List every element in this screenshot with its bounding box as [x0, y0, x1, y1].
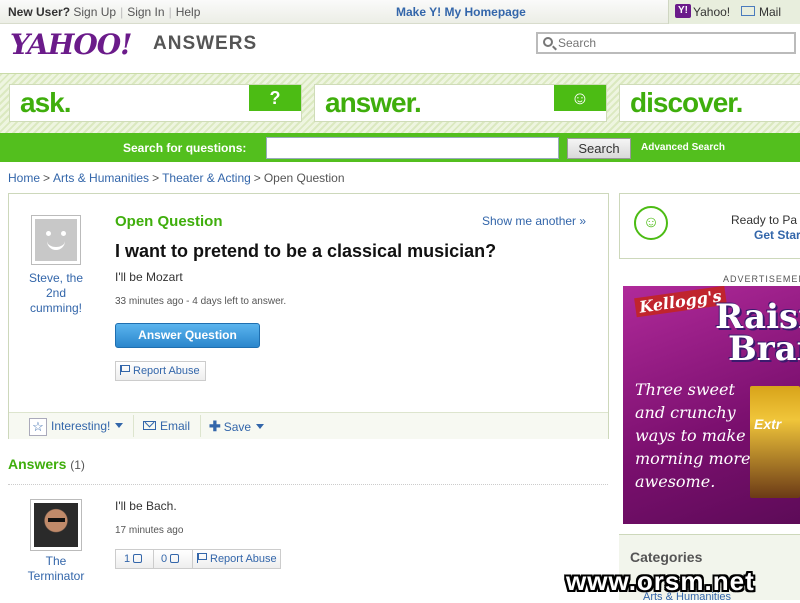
email-icon — [143, 421, 156, 430]
divider — [8, 484, 608, 485]
answer-report-label: Report Abuse — [210, 553, 277, 565]
answers-count: (1) — [70, 458, 85, 472]
asker-name[interactable]: Steve, the 2nd cumming! — [21, 271, 91, 316]
ready-to-participate-box: ☺ Ready to Pa Get Star — [619, 193, 800, 259]
breadcrumb-separator: > — [43, 171, 51, 185]
smiley-icon: ☺ — [634, 206, 668, 240]
ad-box-text: Extr — [754, 416, 782, 432]
get-started-link[interactable]: Get Star — [754, 228, 800, 242]
question-actions: ☆ Interesting! Email ✚ Save — [9, 412, 608, 439]
new-user-label: New User? — [8, 5, 71, 19]
ad-brand: Kellogg's — [634, 286, 727, 318]
answerer-name[interactable]: The Terminator — [20, 554, 92, 584]
advanced-search-link[interactable]: Advanced Search — [641, 142, 725, 153]
mail-icon — [741, 6, 755, 16]
tab-answer[interactable]: answer. ☺ — [314, 84, 607, 122]
ready-text: Ready to Pa — [731, 213, 798, 227]
thumbs-down-icon — [170, 554, 180, 563]
advertisement-label: ADVERTISEMEN — [723, 274, 800, 284]
search-button[interactable]: Search — [567, 138, 631, 159]
tab-discover-label: discover. — [630, 87, 743, 118]
default-avatar-icon — [35, 219, 77, 261]
smiley-icon: ☺ — [554, 85, 606, 111]
interesting-button[interactable]: ☆ Interesting! — [29, 413, 124, 439]
breadcrumb-separator: > — [152, 171, 160, 185]
ad-product-line2: Bran — [728, 329, 800, 369]
answers-heading-label: Answers — [8, 456, 67, 472]
breadcrumb-current: Open Question — [263, 171, 345, 185]
plus-icon: ✚ — [209, 418, 221, 434]
answerer-avatar[interactable] — [30, 499, 82, 551]
caret-down-icon — [256, 424, 265, 429]
sign-in-link[interactable]: Sign In — [127, 5, 164, 19]
separator: | — [168, 5, 172, 19]
mail-link[interactable]: Mail — [759, 5, 781, 19]
report-abuse-label: Report Abuse — [133, 365, 200, 377]
make-homepage-link[interactable]: Make Y! My Homepage — [396, 5, 526, 19]
header-search-input[interactable] — [558, 36, 788, 50]
tab-answer-label: answer. — [325, 87, 422, 118]
tab-discover[interactable]: discover. — [619, 84, 800, 122]
save-label: Save — [223, 420, 252, 434]
watermark: www.orsm.net — [566, 566, 755, 596]
yahoo-mail-bar: Y! Yahoo! Mail — [668, 0, 800, 24]
answer-report-abuse-button[interactable]: Report Abuse — [192, 550, 277, 568]
show-another-link[interactable]: Show me another » — [482, 214, 586, 228]
question-search-bar: Search for questions: Search Advanced Se… — [0, 133, 800, 162]
question-title: I want to pretend to be a classical musi… — [115, 241, 497, 261]
breadcrumb: Home > Arts & Humanities > Theater & Acting >… — [8, 171, 345, 185]
top-bar: New User? Sign Up | Sign In | Help Make Y! M… — [0, 0, 800, 24]
advertisement-banner[interactable]: Kellogg's Raisi Bran Three sweet and cru… — [623, 286, 800, 524]
thumbs-up-icon — [133, 554, 143, 563]
divider — [133, 415, 134, 437]
question-status: Open Question — [115, 213, 223, 230]
tab-ask[interactable]: ask. ? — [9, 84, 302, 122]
breadcrumb-theater[interactable]: Theater & Acting — [162, 171, 251, 185]
email-label: Email — [160, 419, 191, 433]
tab-ask-label: ask. — [20, 87, 71, 118]
account-links: New User? Sign Up | Sign In | Help — [8, 5, 200, 19]
thumbs-up-count: 1 — [124, 553, 131, 565]
caret-down-icon — [115, 423, 124, 428]
question-meta: 33 minutes ago - 4 days left to answer. — [115, 296, 287, 307]
email-button[interactable]: Email — [143, 413, 190, 439]
search-icon — [543, 37, 553, 47]
ad-copy: Three sweet and crunchy ways to make mor… — [635, 380, 751, 491]
flag-icon — [120, 365, 130, 375]
answer-rating-bar: 1 0 Report Abuse — [115, 549, 281, 569]
asker-avatar[interactable] — [31, 215, 81, 265]
answers-logo-text[interactable]: ANSWERS — [153, 33, 257, 55]
cereal-box-image: Extr — [750, 386, 800, 498]
answer-meta: 17 minutes ago — [115, 525, 184, 536]
answers-heading: Answers (1) — [8, 456, 85, 472]
breadcrumb-home[interactable]: Home — [8, 171, 40, 185]
separator: | — [120, 5, 124, 19]
help-link[interactable]: Help — [176, 5, 201, 19]
categories-heading: Categories — [630, 549, 703, 565]
terminator-avatar-image — [34, 503, 78, 547]
thumbs-down-button[interactable]: 0 — [153, 550, 180, 568]
breadcrumb-separator: > — [253, 171, 261, 185]
save-button[interactable]: ✚ Save — [209, 413, 265, 439]
report-abuse-button[interactable]: Report Abuse — [115, 361, 206, 381]
answer-question-button[interactable]: Answer Question — [115, 323, 260, 348]
question-mark-icon: ? — [249, 85, 301, 111]
interesting-label: Interesting! — [51, 419, 111, 433]
header-search[interactable] — [536, 32, 796, 54]
thumbs-up-button[interactable]: 1 — [124, 550, 143, 568]
thumbs-down-count: 0 — [161, 553, 168, 565]
star-icon: ☆ — [29, 417, 47, 436]
yahoo-icon: Y! — [675, 4, 691, 18]
divider — [200, 415, 201, 437]
breadcrumb-arts[interactable]: Arts & Humanities — [53, 171, 149, 185]
answer-text: I'll be Bach. — [115, 499, 177, 513]
yahoo-link[interactable]: Yahoo! — [693, 5, 730, 19]
search-questions-label: Search for questions: — [123, 141, 247, 155]
yahoo-logo[interactable]: YAHOO! — [10, 28, 132, 61]
question-search-input[interactable] — [266, 137, 559, 159]
flag-icon — [197, 553, 207, 563]
sign-up-link[interactable]: Sign Up — [73, 5, 116, 19]
question-card: Steve, the 2nd cumming! Open Question Sh… — [8, 193, 609, 439]
question-detail: I'll be Mozart — [115, 270, 183, 284]
